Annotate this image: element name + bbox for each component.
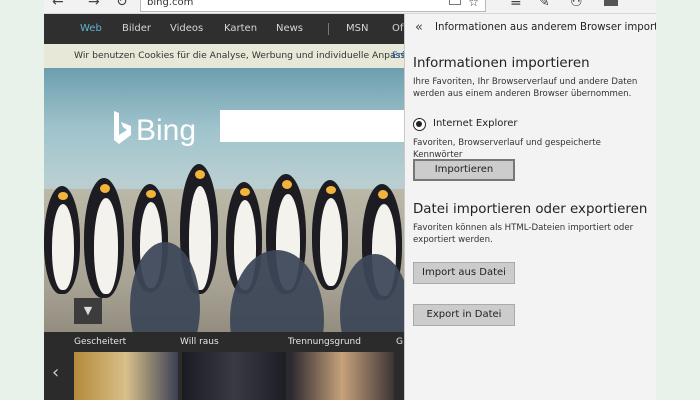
bing-nav-bar: Web Bilder Videos Karten News MSN Of [44, 14, 404, 44]
news-label-1[interactable]: Gescheitert [74, 337, 126, 347]
nav-web[interactable]: Web [80, 23, 102, 34]
cookie-link[interactable]: Erf [392, 50, 404, 61]
nav-bilder[interactable]: Bilder [122, 23, 151, 34]
section-heading-import: Informationen importieren [413, 56, 590, 71]
radio-label-internet-explorer[interactable]: Internet Explorer [433, 118, 518, 129]
import-panel: « Informationen aus anderem Browser impo… [404, 14, 656, 400]
nav-office[interactable]: Of [392, 23, 403, 34]
hub-icon[interactable]: ≡ [510, 0, 522, 10]
news-thumb-1[interactable] [74, 352, 178, 400]
export-to-file-button[interactable]: Export in Datei [413, 304, 515, 326]
news-thumb-2[interactable] [182, 352, 286, 400]
nav-divider [328, 23, 329, 35]
back-chevron-icon[interactable]: « [415, 20, 423, 35]
radio-internet-explorer[interactable] [413, 118, 426, 131]
cookie-banner: Wir benutzen Cookies für die Analyse, We… [44, 44, 404, 68]
forward-arrow-icon[interactable]: → [88, 0, 100, 10]
nav-news[interactable]: News [276, 23, 303, 34]
news-strip: Gescheitert Will raus Trennungsgrund G ‹ [44, 332, 404, 400]
cookie-text: Wir benutzen Cookies für die Analyse, We… [74, 50, 404, 61]
import-from-file-button[interactable]: Import aus Datei [413, 262, 515, 284]
refresh-icon[interactable]: ↻ [116, 0, 128, 10]
nav-videos[interactable]: Videos [170, 23, 203, 34]
news-thumb-3[interactable] [290, 352, 394, 400]
chevron-down-icon[interactable]: ▼ [74, 298, 102, 324]
panel-header: « Informationen aus anderem Browser impo… [405, 14, 656, 44]
import-button[interactable]: Importieren [413, 159, 515, 181]
news-label-3[interactable]: Trennungsgrund [288, 337, 361, 347]
bing-logo[interactable]: Bing [112, 106, 196, 148]
section-heading-file: Datei importieren oder exportieren [413, 202, 648, 217]
reading-view-icon[interactable] [449, 0, 461, 5]
bing-logo-text: Bing [136, 114, 197, 147]
share-icon[interactable]: ⚇ [570, 0, 583, 10]
panel-title: Informationen aus anderem Browser import… [435, 22, 656, 33]
browser-toolbar: ← → ↻ bing.com ☆ ≡ ✎ ⚇ [44, 0, 656, 14]
section-desc-file: Favoriten können als HTML-Dateien import… [413, 223, 634, 245]
news-label-4[interactable]: G [396, 337, 403, 347]
browser-window: ← → ↻ bing.com ☆ ≡ ✎ ⚇ Web Bilder Videos… [44, 0, 656, 400]
favorite-star-icon[interactable]: ☆ [468, 0, 479, 9]
account-icon[interactable] [604, 0, 618, 6]
notes-icon[interactable]: ✎ [538, 0, 550, 10]
radio-description: Favoriten, Browserverlauf und gespeicher… [413, 138, 601, 160]
address-bar[interactable]: bing.com ☆ [140, 0, 486, 12]
chevron-left-icon[interactable]: ‹ [52, 362, 59, 383]
address-text: bing.com [147, 0, 194, 8]
nav-karten[interactable]: Karten [224, 23, 257, 34]
bing-page: Web Bilder Videos Karten News MSN Of Wir… [44, 14, 404, 400]
bing-logo-icon [114, 111, 131, 144]
back-arrow-icon[interactable]: ← [52, 0, 64, 10]
bing-search-input[interactable] [220, 110, 404, 142]
nav-msn[interactable]: MSN [346, 23, 368, 34]
news-label-2[interactable]: Will raus [180, 337, 219, 347]
section-desc-import: Ihre Favoriten, Ihr Browserverlauf und a… [413, 77, 638, 99]
